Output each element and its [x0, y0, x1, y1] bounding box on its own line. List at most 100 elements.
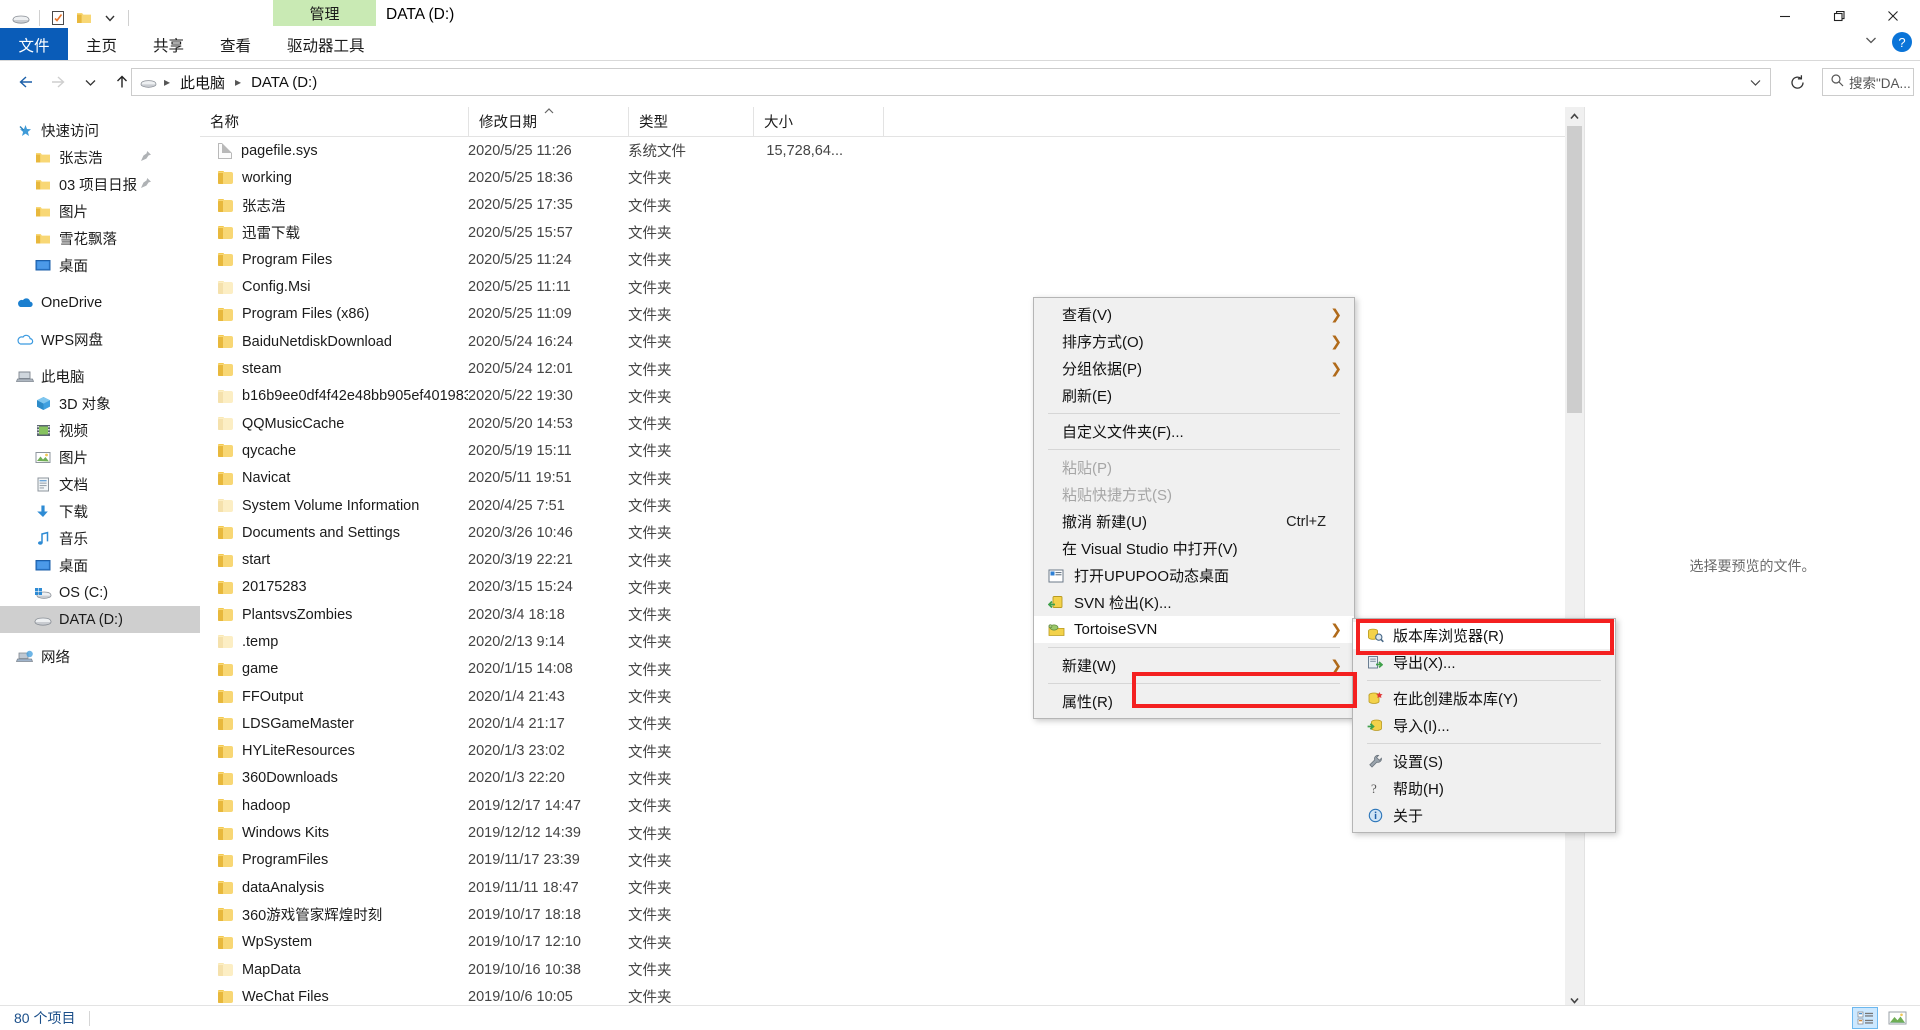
table-row[interactable]: Windows Kits 2019/12/12 14:39 文件夹: [200, 819, 1545, 846]
forward-button[interactable]: [42, 66, 74, 98]
menu-item[interactable]: TortoiseSVN ❯: [1034, 616, 1354, 643]
file-name-label: HYLiteResources: [242, 743, 355, 760]
table-row[interactable]: hadoop 2019/12/17 14:47 文件夹: [200, 792, 1545, 819]
menu-item[interactable]: 导出(X)...: [1353, 649, 1615, 676]
cell-name: 360Downloads: [200, 770, 468, 786]
search-input[interactable]: 搜索"DA...: [1822, 68, 1914, 96]
sidebar-item-snowfall[interactable]: 雪花飘落: [0, 225, 200, 252]
menu-item[interactable]: 在 Visual Studio 中打开(V): [1034, 535, 1354, 562]
context-menu[interactable]: 查看(V) ❯ 排序方式(O) ❯ 分组依据(P) ❯ 刷新(E) 自定义文件夹(F)... 粘…: [1033, 297, 1355, 719]
sidebar-item-3d-objects[interactable]: 3D 对象: [0, 390, 200, 417]
chevron-down-icon[interactable]: [1864, 33, 1878, 52]
properties-icon[interactable]: [45, 5, 71, 31]
sidebar-item-onedrive[interactable]: OneDrive: [0, 289, 200, 316]
customize-chevron-icon[interactable]: [97, 5, 123, 31]
cell-type: 文件夹: [628, 362, 672, 379]
menu-item[interactable]: 刷新(E): [1034, 382, 1354, 409]
breadcrumb-this-pc[interactable]: 此电脑: [175, 70, 230, 95]
sidebar-item-quick-access[interactable]: 快速访问: [0, 117, 200, 144]
column-header-size[interactable]: 大小: [753, 106, 883, 137]
drive-icon[interactable]: [8, 5, 34, 31]
chevron-right-icon: ❯: [1330, 621, 1342, 637]
sidebar-item-music[interactable]: 音乐: [0, 525, 200, 552]
table-row[interactable]: MapData 2019/10/16 10:38 文件夹: [200, 956, 1545, 983]
tab-share[interactable]: 共享: [135, 28, 202, 61]
sidebar-item-zhangzhihao[interactable]: 张志浩: [0, 144, 200, 171]
thumbnail-view-button[interactable]: [1884, 1007, 1910, 1029]
contextual-tab-header[interactable]: 管理: [273, 0, 376, 26]
table-row[interactable]: 张志浩 2020/5/25 17:35 文件夹: [200, 192, 1545, 219]
pin-icon[interactable]: [140, 150, 152, 166]
sidebar-item-pictures-qa[interactable]: 图片: [0, 198, 200, 225]
menu-item[interactable]: ? 帮助(H): [1353, 775, 1615, 802]
sidebar-item-pictures[interactable]: 图片: [0, 444, 200, 471]
table-row[interactable]: WpSystem 2019/10/17 12:10 文件夹: [200, 929, 1545, 956]
chevron-down-icon[interactable]: [1749, 76, 1764, 89]
tab-file[interactable]: 文件: [0, 28, 68, 61]
tab-drive-tools[interactable]: 驱动器工具: [269, 28, 383, 61]
create-repo-icon: [1363, 691, 1387, 706]
sidebar-item-documents[interactable]: 文档: [0, 471, 200, 498]
sidebar-item-project-report[interactable]: 03 项目日报: [0, 171, 200, 198]
window-title: DATA (D:): [386, 6, 455, 23]
tortoise-svn-submenu[interactable]: 版本库浏览器(R) 导出(X)... 在此创建版本库(Y) 导入(I)... 设置(S)…: [1352, 618, 1616, 833]
menu-item[interactable]: SVN 检出(K)...: [1034, 589, 1354, 616]
details-view-button[interactable]: [1852, 1007, 1878, 1029]
column-header-name[interactable]: 名称: [200, 107, 468, 137]
cell-date: 2020/5/25 11:26: [468, 142, 572, 159]
menu-item[interactable]: 在此创建版本库(Y): [1353, 685, 1615, 712]
sidebar-item-network[interactable]: 网络: [0, 643, 200, 670]
new-folder-icon[interactable]: [71, 5, 97, 31]
table-row[interactable]: ProgramFiles 2019/11/17 23:39 文件夹: [200, 847, 1545, 874]
menu-item[interactable]: 设置(S): [1353, 748, 1615, 775]
menu-item[interactable]: 撤消 新建(U) Ctrl+Z: [1034, 508, 1354, 535]
table-row[interactable]: pagefile.sys 2020/5/25 11:26 系统文件 15,728,64…: [200, 137, 1545, 164]
column-header-type[interactable]: 类型: [628, 106, 753, 137]
recent-locations-button[interactable]: [74, 66, 106, 98]
sidebar-item-desktop[interactable]: 桌面: [0, 552, 200, 579]
tab-home[interactable]: 主页: [68, 28, 135, 61]
sidebar-item-this-pc[interactable]: 此电脑: [0, 363, 200, 390]
tab-view[interactable]: 查看: [202, 28, 269, 61]
pin-icon[interactable]: [140, 177, 152, 193]
table-row[interactable]: Program Files 2020/5/25 11:24 文件夹: [200, 246, 1545, 273]
breadcrumb-data-drive[interactable]: DATA (D:): [246, 72, 322, 93]
sidebar-label: 图片: [59, 451, 88, 467]
sidebar-item-desktop-qa[interactable]: 桌面: [0, 252, 200, 279]
help-button[interactable]: ?: [1892, 32, 1912, 52]
table-row[interactable]: 360游戏管家辉煌时刻 2019/10/17 18:18 文件夹: [200, 901, 1545, 928]
this-pc-icon: [14, 370, 36, 384]
menu-item[interactable]: 查看(V) ❯: [1034, 301, 1354, 328]
cell-name: dataAnalysis: [200, 880, 468, 896]
address-path-box[interactable]: ▸ 此电脑 ▸ DATA (D:): [131, 68, 1771, 96]
menu-item[interactable]: 自定义文件夹(F)...: [1034, 418, 1354, 445]
column-header-date-modified[interactable]: 修改日期: [468, 106, 628, 137]
breadcrumb-separator-1[interactable]: ▸: [163, 75, 171, 89]
help-icon: ?: [1363, 781, 1387, 796]
scrollbar-thumb[interactable]: [1567, 126, 1582, 413]
table-row[interactable]: working 2020/5/25 18:36 文件夹: [200, 164, 1545, 191]
sidebar-item-os-c-drive[interactable]: OS (C:): [0, 579, 200, 606]
sidebar-item-wps-cloud[interactable]: WPS网盘: [0, 326, 200, 353]
table-row[interactable]: HYLiteResources 2020/1/3 23:02 文件夹: [200, 738, 1545, 765]
menu-item[interactable]: 新建(W) ❯: [1034, 652, 1354, 679]
scroll-up-arrow-icon[interactable]: [1565, 107, 1584, 126]
menu-item[interactable]: 关于: [1353, 802, 1615, 829]
sidebar-item-downloads[interactable]: 下载: [0, 498, 200, 525]
cell-type: 文件夹: [628, 335, 672, 352]
menu-item[interactable]: 排序方式(O) ❯: [1034, 328, 1354, 355]
menu-item[interactable]: 属性(R): [1034, 688, 1354, 715]
breadcrumb-separator-2[interactable]: ▸: [234, 75, 242, 89]
table-row[interactable]: dataAnalysis 2019/11/11 18:47 文件夹: [200, 874, 1545, 901]
table-row[interactable]: 迅雷下载 2020/5/25 15:57 文件夹: [200, 219, 1545, 246]
refresh-button[interactable]: [1782, 68, 1812, 96]
sidebar-item-videos[interactable]: 视频: [0, 417, 200, 444]
menu-item[interactable]: 分组依据(P) ❯: [1034, 355, 1354, 382]
menu-item[interactable]: 版本库浏览器(R): [1353, 622, 1615, 649]
menu-item[interactable]: 导入(I)...: [1353, 712, 1615, 739]
back-button[interactable]: [10, 66, 42, 98]
vertical-scrollbar[interactable]: [1565, 107, 1584, 1010]
sidebar-item-data-d-drive[interactable]: DATA (D:): [0, 606, 200, 633]
table-row[interactable]: 360Downloads 2020/1/3 22:20 文件夹: [200, 765, 1545, 792]
menu-item[interactable]: 打开UPUPOO动态桌面: [1034, 562, 1354, 589]
